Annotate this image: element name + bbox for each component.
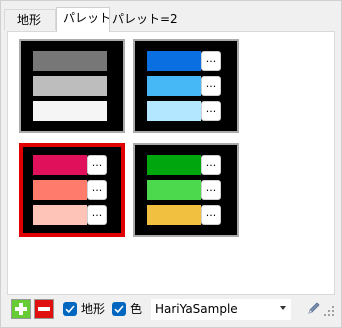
minus-icon: [38, 307, 50, 311]
add-palette-button[interactable]: [11, 299, 31, 319]
swatch-edit-button[interactable]: ...: [201, 101, 221, 121]
tab-palette-2[interactable]: パレット=2: [112, 9, 182, 30]
palette-grid: ... ... ... ... ... ... ... ... ...: [15, 37, 243, 245]
color-swatch[interactable]: [147, 101, 201, 121]
terrain-checkbox[interactable]: [63, 302, 77, 316]
swatch-edit-button[interactable]: ...: [201, 76, 221, 96]
color-swatch[interactable]: [33, 51, 107, 71]
swatch-edit-button[interactable]: ...: [201, 180, 221, 200]
swatch-edit-button[interactable]: ...: [87, 155, 107, 175]
color-swatch[interactable]: [33, 76, 107, 96]
palette-cell-selected[interactable]: ... ... ...: [19, 143, 125, 237]
tab-palette[interactable]: パレット: [56, 7, 111, 32]
checkmark-icon: [114, 305, 124, 314]
color-swatch[interactable]: [147, 155, 201, 175]
color-swatch[interactable]: [33, 101, 107, 121]
swatch-edit-button[interactable]: ...: [201, 155, 221, 175]
remove-palette-button[interactable]: [34, 299, 54, 319]
color-checkbox[interactable]: [112, 302, 126, 316]
color-swatch[interactable]: [33, 205, 87, 225]
palette-cell[interactable]: ... ... ...: [133, 39, 239, 133]
color-checkbox-label: 色: [130, 302, 143, 316]
color-swatch[interactable]: [147, 205, 201, 225]
sample-select-value: HariYaSample: [155, 302, 238, 316]
color-swatch[interactable]: [33, 155, 87, 175]
bottom-toolbar: 地形 色 HariYaSample: [1, 297, 341, 327]
color-swatch[interactable]: [147, 180, 201, 200]
palette-cell[interactable]: ... ... ...: [133, 143, 239, 237]
color-swatch[interactable]: [147, 51, 201, 71]
palette-cell[interactable]: [19, 39, 125, 133]
palette-window: 地形 パレット パレット=2 ... ... ... ... ... ... .…: [0, 0, 342, 328]
resize-grip-icon[interactable]: [323, 305, 335, 317]
tab-bar: 地形 パレット パレット=2: [1, 1, 341, 32]
color-swatch[interactable]: [147, 76, 201, 96]
swatch-edit-button[interactable]: ...: [87, 205, 107, 225]
chevron-down-icon: [280, 306, 286, 310]
checkmark-icon: [65, 305, 75, 314]
terrain-checkbox-label: 地形: [81, 302, 106, 316]
tab-terrain[interactable]: 地形: [4, 9, 56, 30]
swatch-edit-button[interactable]: ...: [201, 205, 221, 225]
pencil-icon[interactable]: [307, 301, 321, 315]
swatch-edit-button[interactable]: ...: [201, 51, 221, 71]
swatch-edit-button[interactable]: ...: [87, 180, 107, 200]
color-swatch[interactable]: [33, 180, 87, 200]
sample-select[interactable]: HariYaSample: [151, 299, 291, 320]
